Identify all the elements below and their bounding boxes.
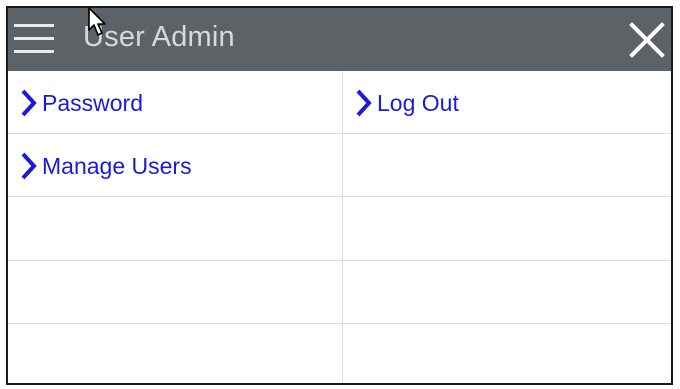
menu-grid: Password Log Out Manage Users bbox=[8, 71, 671, 383]
user-admin-window: User Admin Password Log Out Manage Users bbox=[6, 6, 673, 385]
grid-cell-empty bbox=[343, 324, 671, 383]
grid-cell: Log Out bbox=[343, 71, 671, 135]
chevron-right-icon bbox=[21, 89, 37, 117]
grid-cell: Manage Users bbox=[8, 134, 343, 198]
manage-users-link-label: Manage Users bbox=[42, 152, 192, 179]
close-icon[interactable] bbox=[627, 20, 667, 60]
grid-cell-empty bbox=[343, 197, 671, 261]
password-link-label: Password bbox=[42, 89, 143, 116]
window-title: User Admin bbox=[83, 21, 235, 53]
grid-cell-empty bbox=[343, 134, 671, 198]
grid-cell: Password bbox=[8, 71, 343, 135]
manage-users-link[interactable]: Manage Users bbox=[18, 151, 192, 181]
hamburger-menu-icon[interactable] bbox=[14, 22, 60, 58]
chevron-right-icon bbox=[21, 152, 37, 180]
log-out-link-label: Log Out bbox=[377, 89, 459, 116]
grid-cell-empty bbox=[8, 260, 343, 324]
title-bar: User Admin bbox=[8, 8, 671, 71]
log-out-link[interactable]: Log Out bbox=[353, 88, 459, 118]
chevron-right-icon bbox=[356, 89, 372, 117]
grid-cell-empty bbox=[343, 261, 671, 324]
grid-cell-empty bbox=[8, 197, 343, 261]
grid-cell-empty bbox=[8, 323, 343, 383]
password-link[interactable]: Password bbox=[18, 88, 143, 118]
